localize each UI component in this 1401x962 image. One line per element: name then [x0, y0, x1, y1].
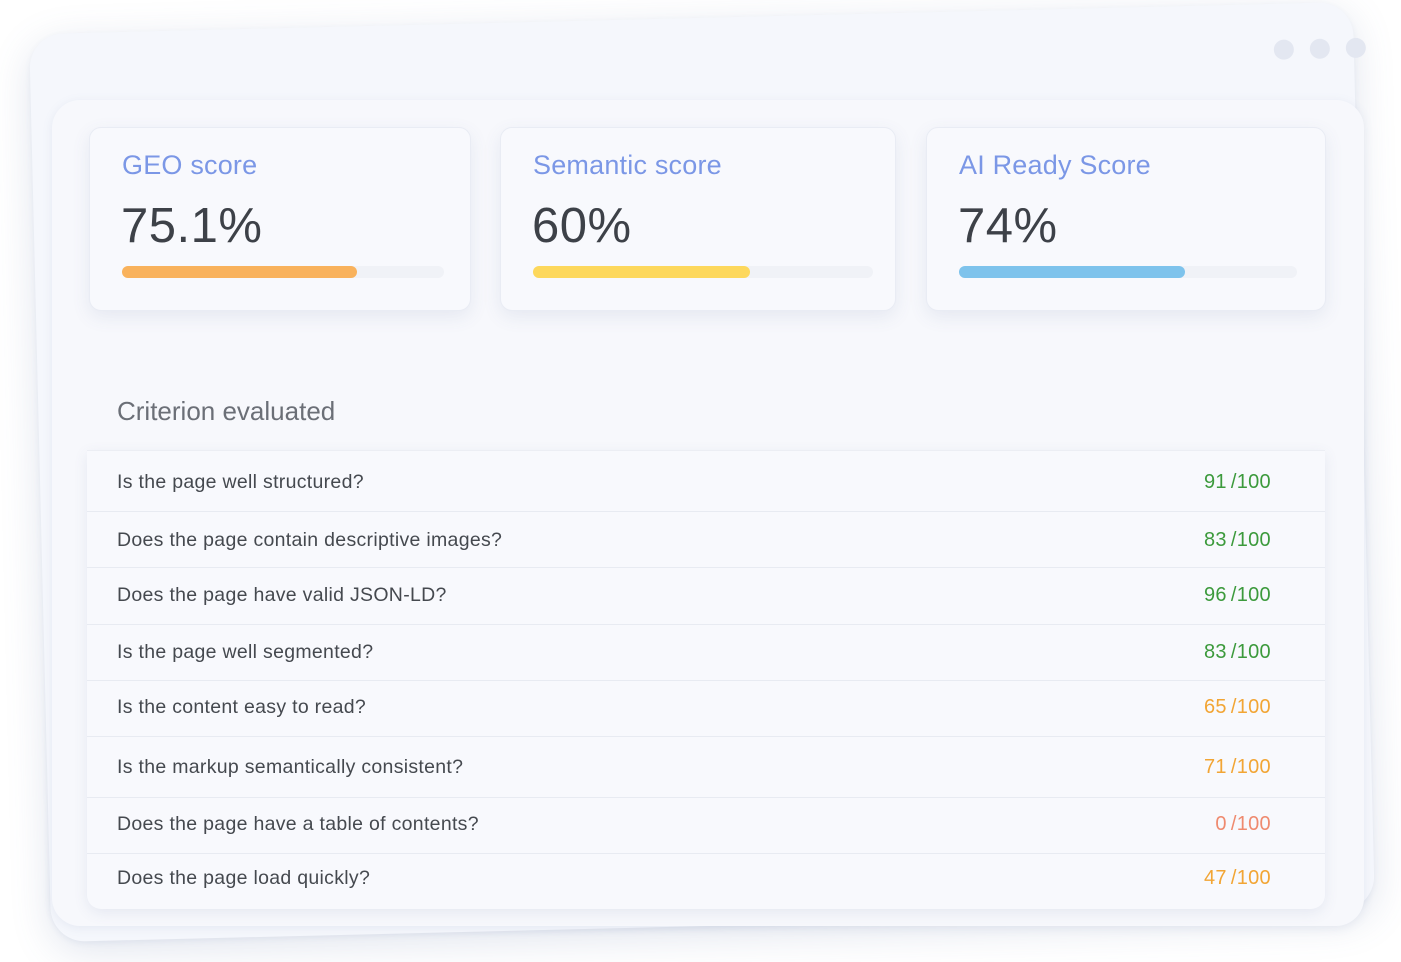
criterion-label: Is the markup semantically consistent?: [117, 756, 464, 778]
card-value: 75.1%: [121, 199, 263, 253]
window-dot-icon[interactable]: [1309, 38, 1331, 60]
table-row[interactable]: Does the page contain descriptive images…: [87, 512, 1325, 568]
criterion-score: 47/100: [1204, 867, 1271, 889]
criterion-label: Does the page contain descriptive images…: [117, 529, 503, 551]
criterion-score: 65/100: [1204, 696, 1271, 718]
progress-fill: [959, 266, 1186, 278]
criterion-score: 91/100: [1204, 471, 1271, 493]
criterion-label: Does the page have a table of contents?: [117, 813, 479, 835]
card-title: Semantic score: [533, 150, 722, 180]
criterion-score: 0/100: [1215, 813, 1271, 835]
table-row[interactable]: Does the page have valid JSON-LD? 96/100: [87, 568, 1325, 625]
geo-score-card: GEO score 75.1%: [89, 127, 471, 311]
criterion-label: Is the content easy to read?: [117, 696, 367, 718]
table-row[interactable]: Is the page well structured? 91/100: [87, 451, 1325, 512]
progress-track: [959, 266, 1297, 278]
criterion-label: Is the page well structured?: [117, 471, 364, 493]
criterion-score: 83/100: [1204, 641, 1271, 663]
card-title: GEO score: [122, 150, 258, 180]
table-row[interactable]: Is the markup semantically consistent? 7…: [87, 737, 1325, 798]
criterion-score: 83/100: [1204, 529, 1271, 551]
card-title: AI Ready Score: [959, 150, 1151, 180]
criterion-label: Does the page load quickly?: [117, 867, 371, 889]
table-row[interactable]: Is the page well segmented? 83/100: [87, 625, 1325, 681]
criteria-table: Is the page well structured? 91/100 Does…: [87, 450, 1325, 909]
criterion-label: Is the page well segmented?: [117, 641, 374, 663]
card-value: 60%: [532, 199, 632, 253]
card-value: 74%: [958, 199, 1058, 253]
table-row[interactable]: Does the page load quickly? 47/100: [87, 854, 1325, 910]
criterion-score: 71/100: [1204, 756, 1271, 778]
stage: GEO score 75.1% Semantic score 60% AI Re…: [0, 0, 1401, 962]
criterion-label: Does the page have valid JSON-LD?: [117, 584, 447, 606]
ai-ready-score-card: AI Ready Score 74%: [926, 127, 1326, 311]
progress-track: [533, 266, 873, 278]
semantic-score-card: Semantic score 60%: [500, 127, 896, 311]
window-dot-icon[interactable]: [1345, 37, 1367, 59]
progress-fill: [533, 266, 750, 278]
progress-track: [122, 266, 444, 278]
table-row[interactable]: Does the page have a table of contents? …: [87, 798, 1325, 854]
progress-fill: [122, 266, 358, 278]
criterion-score: 96/100: [1204, 584, 1271, 606]
window-controls: [1273, 37, 1367, 60]
window-dot-icon[interactable]: [1273, 39, 1295, 60]
criteria-section-title: Criterion evaluated: [117, 396, 336, 426]
table-row[interactable]: Is the content easy to read? 65/100: [87, 681, 1325, 737]
